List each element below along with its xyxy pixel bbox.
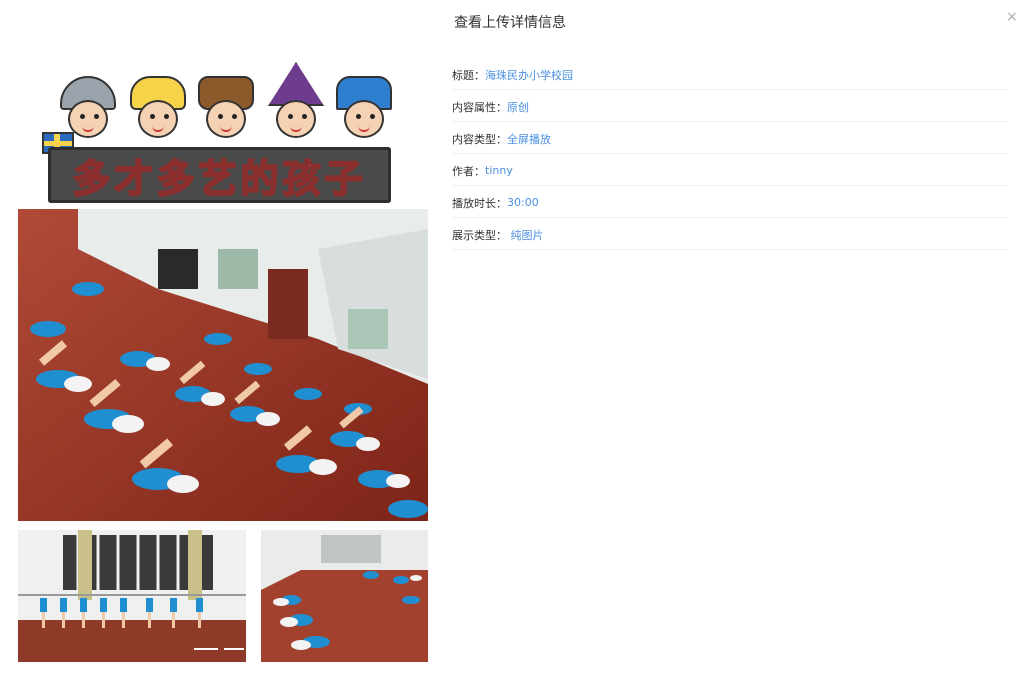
cowboy-kid-illustration	[194, 72, 256, 142]
thumbnail-photo-1[interactable]	[18, 530, 246, 662]
detail-value: 纯图片	[510, 228, 544, 242]
detail-row-display-type: 展示类型： 纯图片	[452, 218, 1008, 250]
banner-image: 多才多艺的孩子	[18, 52, 428, 204]
dialog-title: 查看上传详情信息	[454, 15, 566, 31]
detail-key: 标题：	[452, 68, 485, 82]
detail-list: 标题： 海珠民办小学校园 内容属性： 原创 内容类型： 全屏播放 作者： tin…	[452, 58, 1008, 250]
detail-row-attribute: 内容属性： 原创	[452, 90, 1008, 122]
detail-key: 播放时长：	[452, 196, 507, 210]
dance-class-photo	[18, 209, 428, 521]
upload-detail-dialog: 多才多艺的孩子 查看上传详情信息 × 标题： 海珠民办小学校园 内容属性： 原创…	[0, 0, 1024, 676]
main-photo	[18, 209, 428, 521]
detail-row-title: 标题： 海珠民办小学校园	[452, 58, 1008, 90]
dance-stretch-photo	[18, 530, 246, 662]
thumbnail-photo-2[interactable]	[261, 530, 428, 662]
banner-title: 多才多艺的孩子	[71, 156, 367, 202]
detail-key: 内容属性：	[452, 100, 507, 114]
detail-key: 展示类型：	[452, 228, 511, 242]
detail-key: 作者：	[452, 164, 485, 178]
detail-value: 30:00	[507, 196, 539, 209]
media-preview: 多才多艺的孩子	[18, 52, 428, 664]
hat-kid-illustration	[332, 72, 394, 142]
detail-value: tinny	[485, 164, 513, 177]
witch-kid-illustration	[264, 62, 326, 142]
princess-kid-illustration	[126, 72, 188, 142]
detail-value: 海珠民办小学校园	[485, 68, 573, 82]
dance-floor-photo	[261, 530, 428, 662]
detail-value: 全屏播放	[507, 132, 551, 146]
close-icon[interactable]: ×	[1006, 10, 1018, 24]
detail-row-duration: 播放时长： 30:00	[452, 186, 1008, 218]
detail-value: 原创	[507, 100, 529, 114]
detail-row-content-type: 内容类型： 全屏播放	[452, 122, 1008, 154]
detail-row-author: 作者： tinny	[452, 154, 1008, 186]
detail-key: 内容类型：	[452, 132, 507, 146]
